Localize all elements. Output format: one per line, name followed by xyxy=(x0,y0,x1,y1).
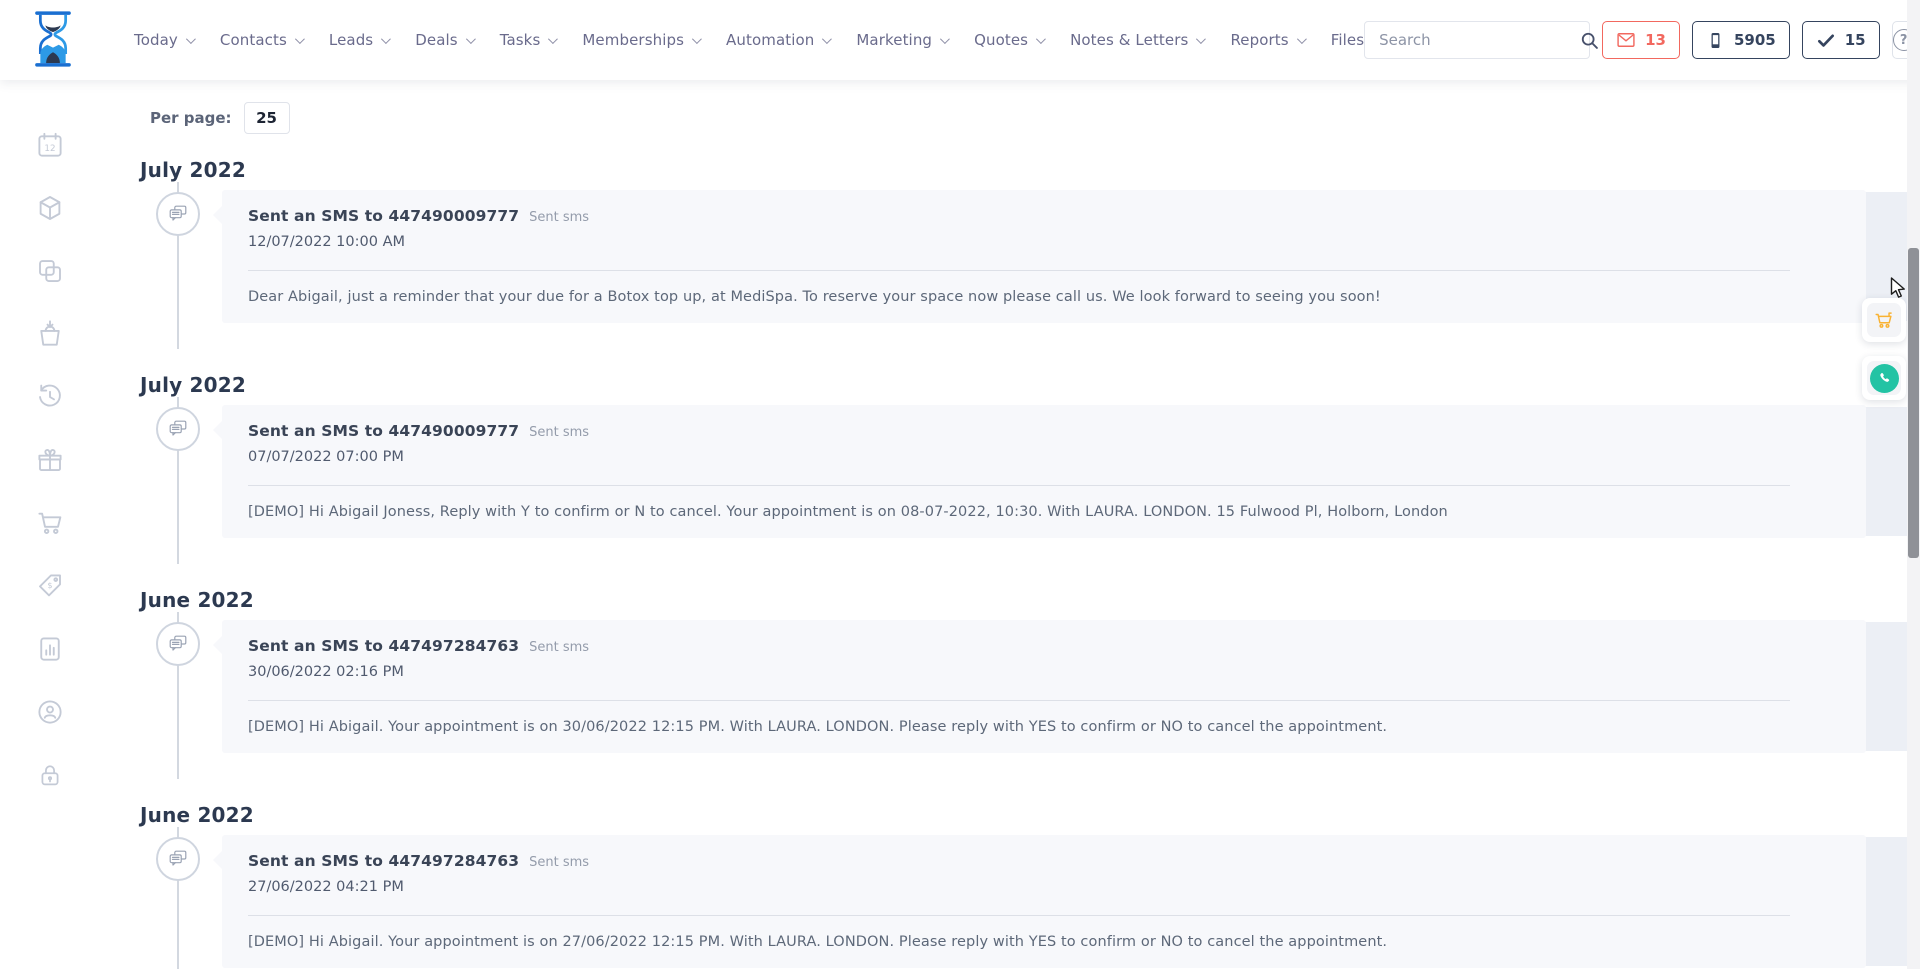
nav-item-contacts[interactable]: Contacts xyxy=(220,31,302,49)
sms-card-datetime: 07/07/2022 07:00 PM xyxy=(248,449,1840,465)
timeline-entry: Sent an SMS to 447497284763 Sent sms 30/… xyxy=(100,620,1920,779)
scrollbar-track[interactable] xyxy=(1907,0,1920,969)
app-logo-icon[interactable] xyxy=(30,11,76,69)
sms-card-title: Sent an SMS to 447490009777 xyxy=(248,422,519,440)
sms-card-tag: Sent sms xyxy=(529,425,589,440)
per-page-label: Per page: xyxy=(150,109,232,127)
svg-text:12: 12 xyxy=(44,144,55,154)
email-badge-button[interactable]: 13 xyxy=(1602,21,1680,59)
sms-card-datetime: 30/06/2022 02:16 PM xyxy=(248,664,1840,680)
cart-icon xyxy=(1873,309,1895,331)
divider xyxy=(248,485,1790,486)
per-page-row: Per page: 25 xyxy=(150,102,1920,134)
chevron-down-icon xyxy=(381,34,391,44)
sms-count: 5905 xyxy=(1734,31,1776,49)
sms-card-title: Sent an SMS to 447490009777 xyxy=(248,207,519,225)
nav-item-memberships[interactable]: Memberships xyxy=(582,31,699,49)
search-box xyxy=(1364,21,1590,59)
nav-item-automation[interactable]: Automation xyxy=(726,31,829,49)
phone-icon xyxy=(1870,364,1899,393)
chevron-down-icon xyxy=(822,34,832,44)
copy-windows-icon[interactable] xyxy=(35,256,65,286)
nav-item-today[interactable]: Today xyxy=(134,31,193,49)
month-heading: June 2022 xyxy=(140,590,264,610)
nav-item-notes-letters[interactable]: Notes & Letters xyxy=(1070,31,1203,49)
chevron-down-icon xyxy=(466,34,476,44)
sms-bubble-icon xyxy=(156,407,200,451)
nav-item-leads[interactable]: Leads xyxy=(329,31,388,49)
nav-item-deals[interactable]: Deals xyxy=(415,31,472,49)
sms-card-datetime: 27/06/2022 04:21 PM xyxy=(248,879,1840,895)
nav-item-files[interactable]: Files xyxy=(1331,31,1364,49)
nav-item-quotes[interactable]: Quotes xyxy=(974,31,1043,49)
task-count: 15 xyxy=(1845,31,1866,49)
chevron-down-icon xyxy=(1297,34,1307,44)
sms-bubble-icon xyxy=(156,837,200,881)
main-nav: Today Contacts Leads Deals Tasks Members… xyxy=(134,31,1364,49)
support-account-icon[interactable] xyxy=(35,697,65,727)
bag-download-icon[interactable] xyxy=(35,319,65,349)
sms-card-message: Dear Abigail, just a reminder that your … xyxy=(248,289,1840,305)
report-chart-icon[interactable] xyxy=(35,634,65,664)
mobile-phone-icon xyxy=(1706,30,1725,51)
divider xyxy=(248,270,1790,271)
history-icon[interactable] xyxy=(35,382,65,412)
cart-icon[interactable] xyxy=(35,508,65,538)
sms-card: Sent an SMS to 447490009777 Sent sms 07/… xyxy=(222,405,1866,538)
chevron-down-icon xyxy=(940,34,950,44)
tasks-badge-button[interactable]: 15 xyxy=(1802,21,1880,59)
divider xyxy=(248,915,1790,916)
price-tag-icon[interactable]: $ xyxy=(35,571,65,601)
email-count: 13 xyxy=(1645,31,1666,49)
sms-card: Sent an SMS to 447497284763 Sent sms 30/… xyxy=(222,620,1866,753)
svg-text:$: $ xyxy=(47,580,52,590)
per-page-select[interactable]: 25 xyxy=(244,102,290,134)
sms-card-tag: Sent sms xyxy=(529,210,589,225)
quick-phone-button[interactable] xyxy=(1862,356,1906,400)
search-icon[interactable] xyxy=(1579,22,1600,58)
quick-cart-button[interactable] xyxy=(1862,298,1906,342)
divider xyxy=(248,700,1790,701)
sms-bubble-icon xyxy=(156,622,200,666)
sms-card-message: [DEMO] Hi Abigail Joness, Reply with Y t… xyxy=(248,504,1840,520)
sms-card-title: Sent an SMS to 447497284763 xyxy=(248,852,519,870)
search-input[interactable] xyxy=(1365,22,1579,58)
chevron-down-icon xyxy=(295,34,305,44)
nav-item-marketing[interactable]: Marketing xyxy=(856,31,947,49)
gift-icon[interactable] xyxy=(35,445,65,475)
timeline-entry: Sent an SMS to 447490009777 Sent sms 12/… xyxy=(100,190,1920,349)
check-icon xyxy=(1816,30,1836,50)
sms-bubble-icon xyxy=(156,192,200,236)
chevron-down-icon xyxy=(1036,34,1046,44)
lock-icon[interactable] xyxy=(35,760,65,790)
chevron-down-icon xyxy=(186,34,196,44)
sms-card-tag: Sent sms xyxy=(529,640,589,655)
left-sidebar: 12 $ xyxy=(0,80,100,969)
envelope-icon xyxy=(1616,30,1636,50)
package-icon[interactable] xyxy=(35,193,65,223)
scrollbar-thumb[interactable] xyxy=(1908,248,1919,558)
chevron-down-icon xyxy=(1196,34,1206,44)
sms-badge-button[interactable]: 5905 xyxy=(1692,21,1790,59)
timeline-entry: Sent an SMS to 447490009777 Sent sms 07/… xyxy=(100,405,1920,564)
top-navbar: Today Contacts Leads Deals Tasks Members… xyxy=(0,0,1920,80)
nav-item-tasks[interactable]: Tasks xyxy=(500,31,556,49)
chevron-down-icon xyxy=(548,34,558,44)
timeline-entry: Sent an SMS to 447497284763 Sent sms 27/… xyxy=(100,835,1920,969)
calendar-icon[interactable]: 12 xyxy=(35,130,65,160)
sms-card-tag: Sent sms xyxy=(529,855,589,870)
sms-card-message: [DEMO] Hi Abigail. Your appointment is o… xyxy=(248,719,1840,735)
sms-card-datetime: 12/07/2022 10:00 AM xyxy=(248,234,1840,250)
sms-card: Sent an SMS to 447490009777 Sent sms 12/… xyxy=(222,190,1866,323)
month-heading: July 2022 xyxy=(140,375,256,395)
sms-card-title: Sent an SMS to 447497284763 xyxy=(248,637,519,655)
nav-item-reports[interactable]: Reports xyxy=(1230,31,1303,49)
month-heading: June 2022 xyxy=(140,805,264,825)
activity-timeline: Per page: 25 July 2022 Sent an SMS to 44… xyxy=(100,80,1920,969)
sms-card: Sent an SMS to 447497284763 Sent sms 27/… xyxy=(222,835,1866,968)
chevron-down-icon xyxy=(692,34,702,44)
month-heading: July 2022 xyxy=(140,160,256,180)
sms-card-message: [DEMO] Hi Abigail. Your appointment is o… xyxy=(248,934,1840,950)
